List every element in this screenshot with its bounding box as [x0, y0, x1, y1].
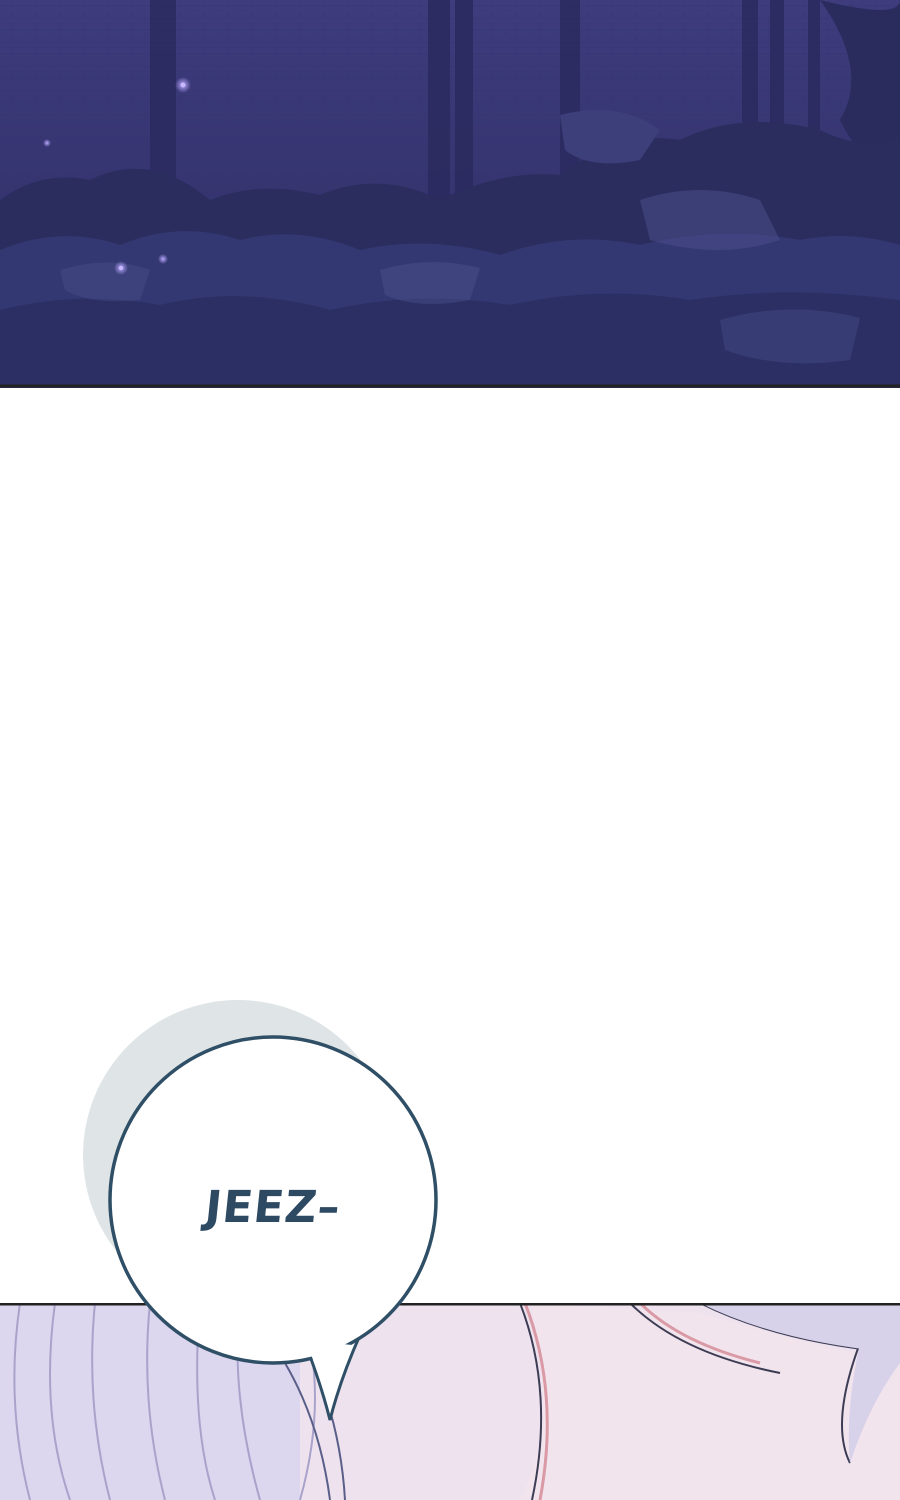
night-ruins-panel: [0, 0, 900, 388]
hair-strands-icon: [0, 1303, 900, 1500]
hair-closeup-panel: [0, 1303, 900, 1500]
night-ruins-illustration: [0, 0, 900, 388]
speech-bubble-text: JEEZ–: [202, 1182, 344, 1233]
panel-gutter: [0, 388, 900, 1303]
